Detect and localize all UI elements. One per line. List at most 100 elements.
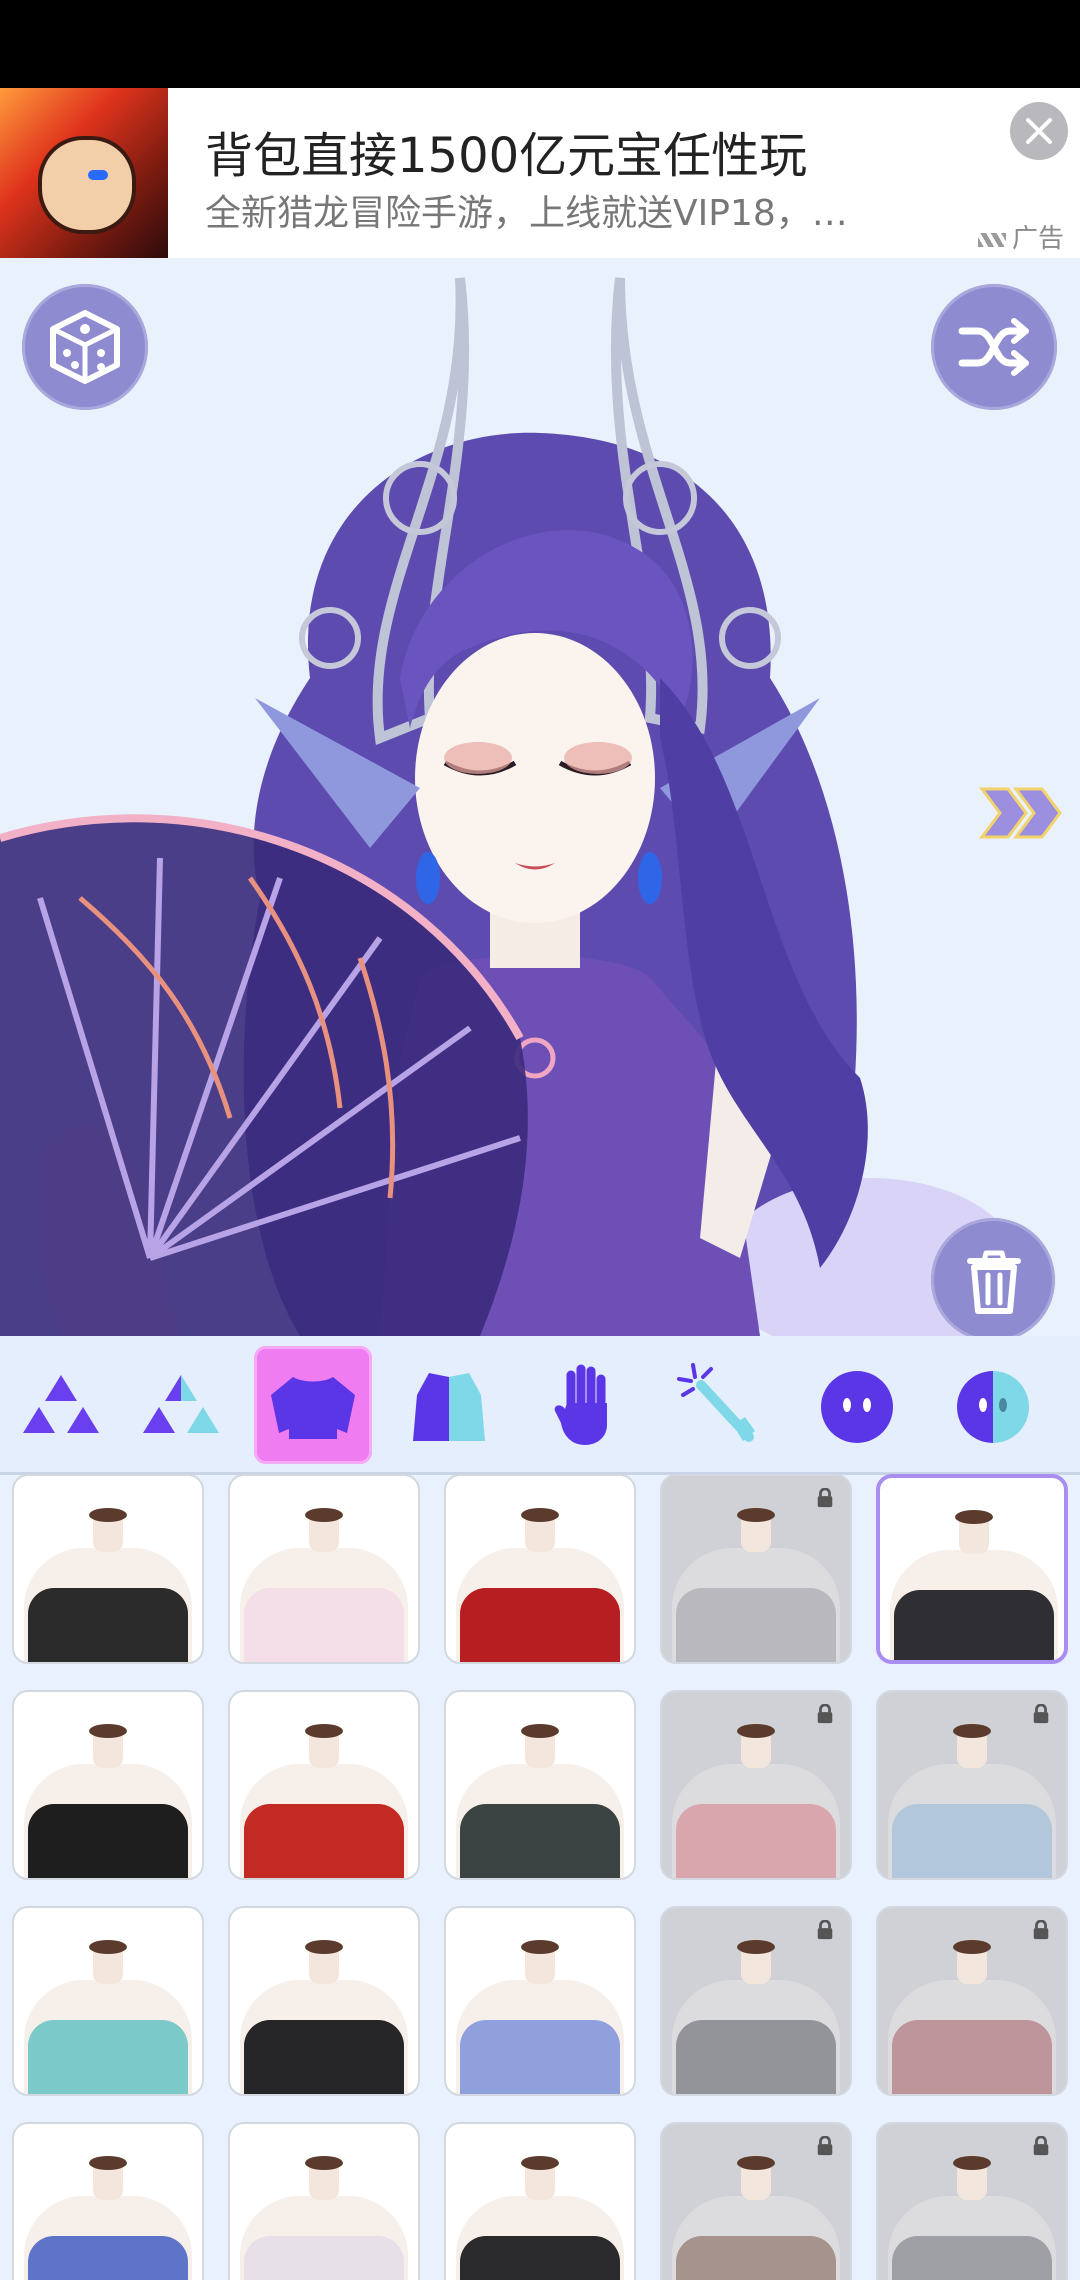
garment-preview bbox=[28, 2236, 188, 2280]
lock-icon bbox=[817, 1920, 833, 1940]
garment-preview bbox=[460, 2020, 620, 2094]
mannequin-neck bbox=[521, 1940, 559, 1984]
lock-icon bbox=[817, 2136, 833, 2156]
shuffle-button[interactable] bbox=[931, 284, 1057, 410]
garment-preview bbox=[244, 2236, 404, 2280]
tab-top-colors[interactable] bbox=[390, 1346, 508, 1464]
character-illustration bbox=[0, 277, 1020, 1336]
clothing-item[interactable] bbox=[228, 2122, 420, 2280]
clothing-item[interactable] bbox=[12, 1474, 204, 1664]
ad-close-button[interactable] bbox=[1010, 102, 1068, 160]
delete-button[interactable] bbox=[931, 1218, 1055, 1336]
mannequin-neck bbox=[737, 1508, 775, 1552]
lock-icon bbox=[1033, 1704, 1049, 1724]
clothing-item[interactable] bbox=[876, 1474, 1068, 1664]
garment-preview bbox=[676, 2020, 836, 2094]
clothing-item-grid bbox=[0, 1474, 1080, 2280]
hand-accessory-icon bbox=[554, 1364, 607, 1445]
mannequin-neck bbox=[521, 1508, 559, 1552]
clothing-item[interactable] bbox=[444, 1474, 636, 1664]
garment-preview bbox=[460, 1804, 620, 1878]
lock-icon bbox=[817, 1704, 833, 1724]
mannequin-neck bbox=[737, 1940, 775, 1984]
dice-icon bbox=[50, 310, 120, 384]
mannequin-neck bbox=[89, 1724, 127, 1768]
mannequin-neck bbox=[737, 1724, 775, 1768]
garment-preview bbox=[676, 2236, 836, 2280]
garment-preview bbox=[28, 1804, 188, 1878]
mannequin-neck bbox=[305, 1724, 343, 1768]
clothing-item[interactable] bbox=[12, 1906, 204, 2096]
lock-icon bbox=[817, 1488, 833, 1508]
clothing-item[interactable] bbox=[876, 2122, 1068, 2280]
garment-preview bbox=[460, 1588, 620, 1662]
mannequin-neck bbox=[953, 1724, 991, 1768]
skin-tone-icon bbox=[957, 1371, 1029, 1443]
top-clothing-icon bbox=[271, 1377, 355, 1439]
garment-preview bbox=[244, 2020, 404, 2094]
tab-skin[interactable] bbox=[934, 1346, 1052, 1464]
category-tab-bar bbox=[0, 1336, 1080, 1475]
clothing-item[interactable] bbox=[876, 1690, 1068, 1880]
ad-logo-mark bbox=[978, 232, 1006, 247]
mannequin-neck bbox=[305, 1508, 343, 1552]
mannequin-neck bbox=[305, 2156, 343, 2200]
mannequin-neck bbox=[89, 2156, 127, 2200]
tab-hands[interactable] bbox=[528, 1346, 646, 1464]
mannequin-neck bbox=[521, 1724, 559, 1768]
tab-tops[interactable] bbox=[254, 1346, 372, 1464]
clothing-item[interactable] bbox=[660, 1906, 852, 2096]
mannequin-neck bbox=[953, 2156, 991, 2200]
ad-thumbnail[interactable] bbox=[0, 88, 168, 258]
garment-preview bbox=[244, 1804, 404, 1878]
magic-wand-icon bbox=[677, 1363, 755, 1442]
garment-preview bbox=[28, 2020, 188, 2094]
character-canvas bbox=[0, 258, 1080, 1336]
garment-preview bbox=[892, 2020, 1052, 2094]
tab-props[interactable] bbox=[662, 1346, 780, 1464]
ad-banner[interactable]: 背包直接1500亿元宝任性玩 全新猎龙冒险手游，上线就送VIP18，… 广告 bbox=[0, 88, 1080, 258]
shuffle-icon bbox=[958, 318, 1029, 376]
clothing-item[interactable] bbox=[12, 2122, 204, 2280]
lock-icon bbox=[1033, 2136, 1049, 2156]
mannequin-neck bbox=[89, 1940, 127, 1984]
clothing-item[interactable] bbox=[444, 2122, 636, 2280]
status-bar bbox=[0, 0, 1080, 88]
clothing-item[interactable] bbox=[660, 2122, 852, 2280]
double-chevron-right-icon bbox=[979, 787, 1062, 839]
clothing-item[interactable] bbox=[660, 1690, 852, 1880]
garment-preview bbox=[892, 1804, 1052, 1878]
garment-preview bbox=[676, 1804, 836, 1878]
trash-icon bbox=[967, 1250, 1021, 1314]
ad-subtitle[interactable]: 全新猎龙冒险手游，上线就送VIP18，… bbox=[205, 184, 848, 236]
random-dice-button[interactable] bbox=[22, 284, 148, 410]
tab-color[interactable] bbox=[122, 1346, 240, 1464]
ad-label: 广告 bbox=[978, 218, 1064, 255]
tab-face[interactable] bbox=[798, 1346, 916, 1464]
ad-tag-text: 广告 bbox=[1012, 224, 1065, 254]
mannequin-neck bbox=[953, 1940, 991, 1984]
mannequin-neck bbox=[305, 1940, 343, 1984]
clothing-item[interactable] bbox=[876, 1906, 1068, 2096]
clothing-item[interactable] bbox=[228, 1906, 420, 2096]
mannequin-neck bbox=[89, 1508, 127, 1552]
clothing-item[interactable] bbox=[444, 1690, 636, 1880]
clothing-item[interactable] bbox=[444, 1906, 636, 2096]
close-icon bbox=[1026, 118, 1052, 144]
top-color-icon bbox=[413, 1373, 485, 1441]
face-icon bbox=[821, 1371, 893, 1443]
clothing-item[interactable] bbox=[660, 1474, 852, 1664]
tab-base[interactable] bbox=[2, 1346, 120, 1464]
next-panel-button[interactable] bbox=[978, 783, 1064, 847]
ad-thumbnail-eye bbox=[88, 170, 108, 180]
clothing-item[interactable] bbox=[228, 1690, 420, 1880]
clothing-item[interactable] bbox=[12, 1690, 204, 1880]
ad-thumbnail-face bbox=[38, 136, 136, 234]
clothing-item[interactable] bbox=[228, 1474, 420, 1664]
garment-preview bbox=[244, 1588, 404, 1662]
ad-title[interactable]: 背包直接1500亿元宝任性玩 bbox=[205, 116, 807, 186]
mannequin-neck bbox=[955, 1510, 993, 1554]
mannequin-neck bbox=[737, 2156, 775, 2200]
garment-preview bbox=[892, 2236, 1052, 2280]
lock-icon bbox=[1033, 1920, 1049, 1940]
